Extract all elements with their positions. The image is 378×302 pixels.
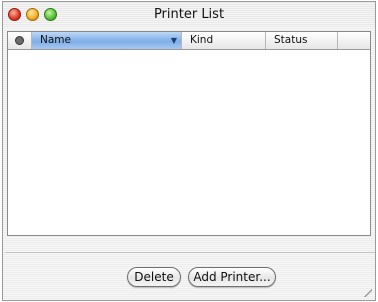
printer-list-body[interactable] bbox=[8, 50, 370, 235]
sort-descending-icon: ▼ bbox=[170, 36, 177, 45]
add-printer-button[interactable]: Add Printer... bbox=[188, 267, 276, 287]
status-dot-icon bbox=[15, 36, 24, 45]
title-bar[interactable]: Printer List bbox=[3, 2, 375, 27]
column-header-status[interactable]: Status bbox=[266, 32, 338, 49]
column-header-kind[interactable]: Kind bbox=[182, 32, 266, 49]
resize-grip-icon[interactable] bbox=[364, 289, 372, 297]
divider bbox=[5, 252, 375, 253]
column-header-status-icon[interactable] bbox=[8, 32, 32, 49]
window-title: Printer List bbox=[153, 7, 225, 22]
column-header-status-label: Status bbox=[274, 34, 308, 46]
column-header-kind-label: Kind bbox=[190, 34, 214, 46]
delete-button[interactable]: Delete bbox=[127, 267, 181, 287]
table-header: Name ▼ Kind Status bbox=[8, 32, 370, 50]
column-header-name[interactable]: Name ▼ bbox=[32, 32, 182, 49]
printer-table: Name ▼ Kind Status bbox=[7, 31, 371, 236]
column-header-name-label: Name bbox=[40, 34, 71, 46]
printer-list-window: Printer List Name ▼ Kind Status Delete A… bbox=[2, 1, 376, 301]
